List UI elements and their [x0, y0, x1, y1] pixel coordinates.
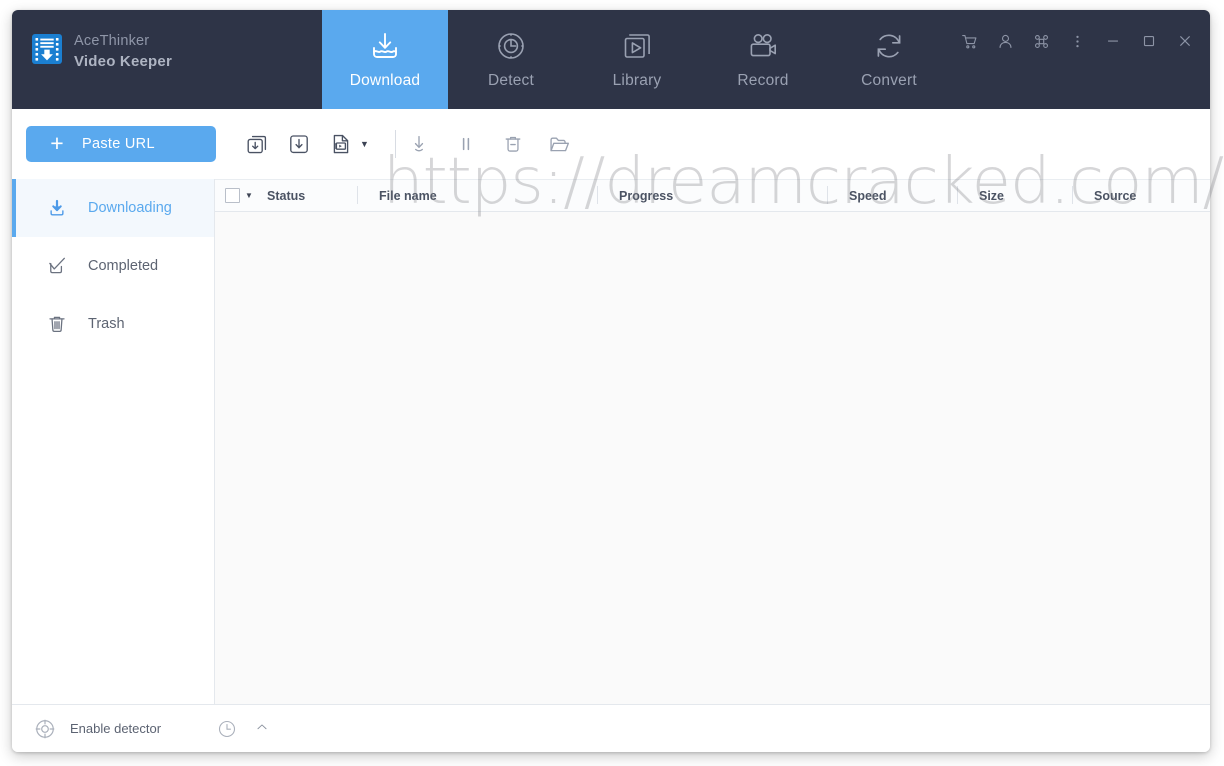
column-header-size[interactable]: Size — [957, 180, 1072, 211]
column-header-progress[interactable]: Progress — [597, 180, 827, 211]
select-all-cell: ▼ — [215, 180, 267, 211]
paste-url-label: Paste URL — [82, 136, 155, 152]
trash-icon — [44, 313, 70, 335]
paste-url-button[interactable]: + Paste URL — [26, 126, 216, 162]
download-icon — [44, 197, 70, 219]
toolbar-primary-group: ▼ — [244, 131, 369, 157]
minimize-icon[interactable] — [1096, 26, 1130, 56]
check-mark-icon — [44, 255, 70, 277]
tab-convert[interactable]: Convert — [826, 10, 952, 109]
maximize-icon[interactable] — [1132, 26, 1166, 56]
toolbar-divider — [394, 130, 396, 158]
refresh-convert-icon — [872, 25, 906, 67]
column-header-source-label: Source — [1094, 188, 1137, 203]
column-header-size-label: Size — [979, 188, 1005, 203]
more-vert-icon[interactable] — [1060, 26, 1094, 56]
cart-icon[interactable] — [952, 26, 986, 56]
column-header-filename[interactable]: File name — [357, 180, 597, 211]
select-all-checkbox[interactable] — [225, 188, 240, 203]
brand-area: AceThinker Video Keeper — [12, 10, 322, 109]
column-header-progress-label: Progress — [619, 188, 674, 203]
sidebar-item-downloading[interactable]: Downloading — [12, 179, 214, 237]
download-tray-icon — [368, 25, 402, 67]
download-list-panel: ▼ Status File name Progress Speed Size S… — [215, 179, 1210, 704]
radar-detect-icon — [494, 25, 528, 67]
single-download-icon[interactable] — [286, 131, 312, 157]
column-header-speed-label: Speed — [849, 188, 887, 203]
product-name: Video Keeper — [74, 52, 172, 70]
application-window: AceThinker Video Keeper Download Detect … — [12, 10, 1210, 752]
table-body-empty — [215, 212, 1210, 704]
pause-icon[interactable] — [453, 131, 479, 157]
status-bar: Enable detector — [12, 704, 1210, 752]
tab-library-label: Library — [612, 72, 662, 89]
column-header-status[interactable]: Status — [267, 180, 357, 211]
tab-record-label: Record — [737, 72, 789, 89]
media-play-icon — [620, 25, 654, 67]
sidebar-item-trash-label: Trash — [88, 316, 125, 332]
crosshair-detector-icon[interactable] — [34, 718, 56, 740]
table-header: ▼ Status File name Progress Speed Size S… — [215, 179, 1210, 212]
sidebar-item-trash[interactable]: Trash — [12, 295, 214, 353]
sidebar: Downloading Completed Trash — [12, 179, 215, 704]
app-root: AceThinker Video Keeper Download Detect … — [0, 0, 1224, 766]
sidebar-item-downloading-label: Downloading — [88, 200, 172, 216]
column-header-status-label: Status — [267, 188, 306, 203]
main-body: Downloading Completed Trash ▼ Status Fil… — [12, 179, 1210, 704]
enable-detector-label[interactable]: Enable detector — [70, 721, 161, 736]
select-all-caret-icon[interactable]: ▼ — [245, 191, 253, 200]
toolbar: + Paste URL ▼ — [12, 109, 1210, 179]
start-download-icon[interactable] — [406, 131, 432, 157]
tab-detect[interactable]: Detect — [448, 10, 574, 109]
command-icon[interactable] — [1024, 26, 1058, 56]
column-header-source[interactable]: Source — [1072, 180, 1210, 211]
batch-download-icon[interactable] — [244, 131, 270, 157]
column-header-filename-label: File name — [379, 188, 437, 203]
column-header-speed[interactable]: Speed — [827, 180, 957, 211]
video-format-icon[interactable] — [328, 131, 354, 157]
chevron-up-icon[interactable] — [255, 720, 269, 737]
window-controls — [952, 26, 1202, 56]
sidebar-item-completed[interactable]: Completed — [12, 237, 214, 295]
title-bar: AceThinker Video Keeper Download Detect … — [12, 10, 1210, 109]
tab-download-label: Download — [349, 72, 421, 89]
app-logo-icon — [32, 34, 62, 64]
open-folder-icon[interactable] — [547, 131, 573, 157]
sidebar-item-completed-label: Completed — [88, 258, 159, 274]
toolbar-actions-group — [406, 131, 573, 157]
tab-convert-label: Convert — [861, 72, 917, 89]
tab-record[interactable]: Record — [700, 10, 826, 109]
tab-library[interactable]: Library — [574, 10, 700, 109]
close-icon[interactable] — [1168, 26, 1202, 56]
clock-icon[interactable] — [217, 719, 237, 739]
nav-tabs: Download Detect Library Record Convert — [322, 10, 952, 109]
user-icon[interactable] — [988, 26, 1022, 56]
format-caret-icon[interactable]: ▼ — [360, 139, 369, 149]
tab-download[interactable]: Download — [322, 10, 448, 109]
brand-text: AceThinker Video Keeper — [74, 32, 172, 72]
plus-icon: + — [50, 129, 64, 156]
tab-detect-label: Detect — [488, 72, 534, 89]
video-camera-icon — [746, 25, 780, 67]
brand-name: AceThinker — [74, 33, 150, 49]
delete-icon[interactable] — [500, 131, 526, 157]
